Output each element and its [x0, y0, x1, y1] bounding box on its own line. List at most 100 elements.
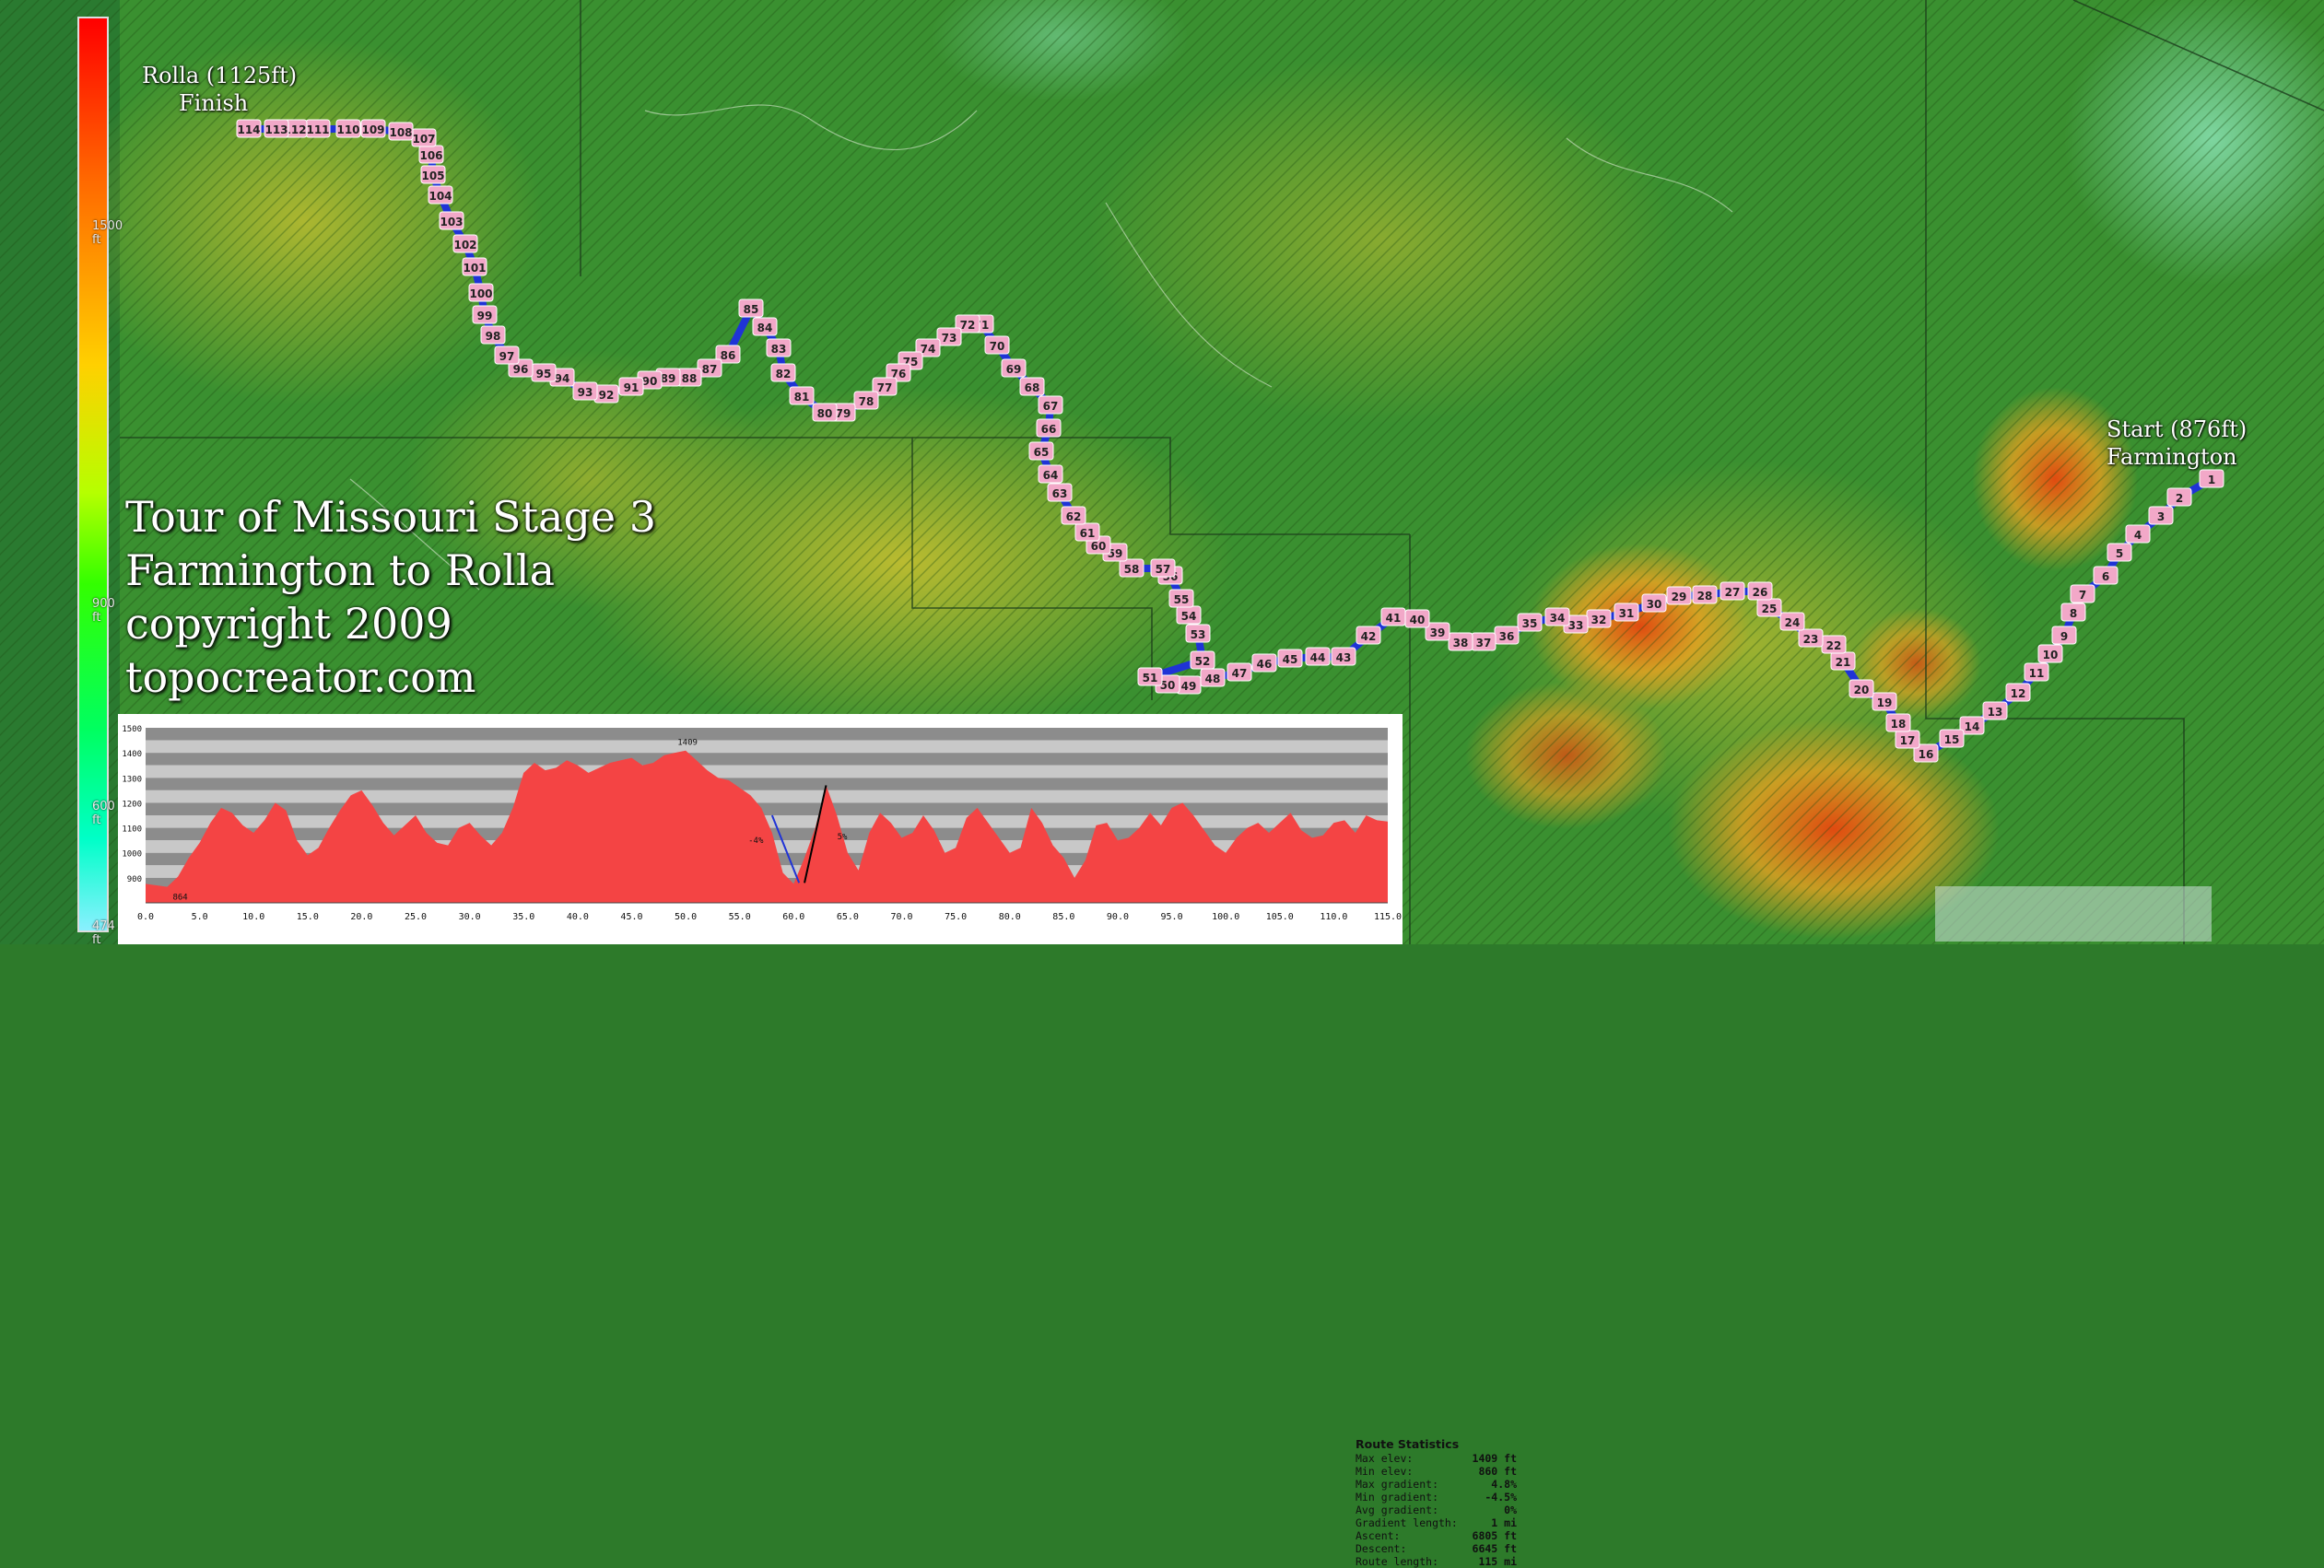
- mile-marker: 110: [335, 119, 361, 138]
- mile-marker: 113: [264, 119, 289, 138]
- min-elevation-label: 864: [172, 894, 187, 903]
- mile-marker-label: 45: [1283, 653, 1298, 666]
- mile-marker: 26: [1747, 581, 1773, 601]
- mile-marker-label: 69: [1006, 363, 1022, 376]
- mile-marker: 54: [1176, 605, 1202, 625]
- mile-marker: 24: [1779, 612, 1805, 631]
- mile-marker-label: 11: [2029, 667, 2045, 680]
- x-tick-label: 100.0: [1212, 912, 1239, 922]
- mile-marker-label: 89: [661, 372, 676, 385]
- mile-marker-label: 35: [1522, 617, 1538, 630]
- x-tick-label: 35.0: [512, 912, 534, 922]
- stats-label: Min elev:: [1356, 1465, 1414, 1478]
- map-title-line1: Tour of Missouri Stage 3: [125, 492, 657, 542]
- mile-marker: 51: [1137, 667, 1163, 686]
- mile-marker-label: 32: [1591, 614, 1607, 626]
- mile-marker: 12: [2005, 683, 2031, 702]
- mile-marker-label: 86: [721, 349, 736, 362]
- mile-marker: 67: [1038, 395, 1063, 415]
- mile-marker: 105: [420, 165, 446, 184]
- stats-label: Descent:: [1356, 1542, 1407, 1555]
- mile-marker: 58: [1119, 558, 1144, 578]
- gridline-band: [146, 790, 1388, 803]
- mile-marker-label: 43: [1336, 651, 1352, 664]
- mile-marker-label: 23: [1803, 633, 1819, 646]
- elevation-profile-panel: 0.0 5.0 10.0 15.0 20.0 25.0 30.0 35.0 40.0 45.0 50…: [118, 714, 1517, 1568]
- mile-marker: 10: [2037, 644, 2063, 663]
- stats-value: 0%: [1504, 1504, 1517, 1516]
- mile-marker-label: 88: [682, 372, 698, 385]
- y-tick-label: 1000: [122, 850, 142, 860]
- mile-marker: 84: [752, 317, 778, 336]
- mile-marker: 17: [1895, 730, 1920, 749]
- gridline-band: [146, 740, 1388, 754]
- mile-marker-label: 101: [463, 262, 486, 275]
- mile-marker: 5: [2107, 543, 2132, 562]
- mile-marker-label: 111: [306, 123, 329, 136]
- stats-value: 1409 ft: [1472, 1452, 1517, 1465]
- mile-marker-label: 82: [776, 368, 792, 380]
- mile-marker-label: 57: [1156, 563, 1171, 576]
- mile-marker: 18: [1885, 713, 1911, 732]
- mile-marker: 41: [1380, 607, 1406, 626]
- stats-row: Min elev: 860 ft: [1356, 1465, 1517, 1478]
- mile-marker: 19: [1872, 692, 1897, 711]
- mile-marker-label: 114: [237, 123, 260, 136]
- finish-elevation-label: Rolla (1125ft): [142, 63, 298, 88]
- mile-marker-label: 94: [555, 372, 570, 385]
- mile-marker: 36: [1494, 626, 1520, 645]
- mile-marker-label: 38: [1453, 637, 1469, 649]
- stats-label: Ascent:: [1356, 1529, 1401, 1542]
- mile-marker-label: 78: [859, 395, 874, 408]
- mile-marker-label: 102: [453, 239, 476, 252]
- x-tick-label: 25.0: [405, 912, 427, 922]
- x-tick-label: 10.0: [242, 912, 264, 922]
- y-tick-label: 1100: [122, 825, 142, 835]
- mile-marker-label: 24: [1785, 616, 1801, 629]
- mile-marker-label: 83: [771, 343, 787, 356]
- mile-marker-label: 85: [744, 303, 759, 316]
- stats-value: 860 ft: [1478, 1465, 1517, 1478]
- mile-marker-label: 34: [1550, 612, 1566, 625]
- mile-marker-label: 21: [1836, 656, 1851, 669]
- mile-marker-label: 104: [428, 190, 452, 203]
- legend-tick: 900 ft: [92, 597, 115, 625]
- mile-marker: 61: [1074, 522, 1100, 542]
- elevation-legend-bar: 1500 ft 900 ft 600 ft 474 ft: [77, 17, 123, 947]
- mile-marker: 45: [1277, 649, 1303, 668]
- mile-marker: 88: [676, 368, 702, 387]
- stats-row: Min gradient: -4.5%: [1356, 1491, 1517, 1504]
- mile-marker: 20: [1849, 679, 1874, 698]
- mile-marker-label: 109: [361, 123, 384, 136]
- x-tick-label: 55.0: [729, 912, 751, 922]
- stats-row: Route length: 115 mi: [1356, 1555, 1517, 1568]
- mile-marker-label: 54: [1181, 610, 1197, 623]
- max-elevation-label: 1409: [677, 739, 698, 748]
- stats-row: Gradient length: 1 mi: [1356, 1516, 1517, 1529]
- mile-marker: 103: [439, 211, 464, 230]
- stats-row: Avg gradient: 0%: [1356, 1504, 1517, 1516]
- stats-label: Max elev:: [1356, 1452, 1414, 1465]
- x-tick-label: 80.0: [999, 912, 1021, 922]
- x-tick-label: 85.0: [1052, 912, 1074, 922]
- mile-marker: 35: [1517, 613, 1543, 632]
- mile-marker: 32: [1586, 609, 1612, 628]
- mile-marker: 34: [1544, 607, 1570, 626]
- mile-marker-label: 72: [960, 319, 976, 332]
- mile-marker-label: 81: [794, 391, 810, 404]
- x-tick-label: 75.0: [945, 912, 967, 922]
- mile-marker: 85: [738, 298, 764, 318]
- mile-marker-label: 41: [1386, 612, 1402, 625]
- mile-marker-label: 60: [1091, 540, 1107, 553]
- mile-marker-label: 91: [624, 381, 640, 394]
- mile-marker-label: 14: [1965, 720, 1980, 733]
- mile-marker: 64: [1038, 464, 1063, 484]
- stats-label: Min gradient:: [1356, 1491, 1439, 1504]
- mile-marker: 109: [360, 119, 386, 138]
- mile-marker-label: 27: [1725, 586, 1741, 599]
- stats-label: Route length:: [1356, 1555, 1439, 1568]
- mile-marker: 29: [1666, 586, 1692, 605]
- mile-marker: 102: [452, 234, 478, 253]
- mile-marker-label: 5: [2116, 547, 2123, 560]
- mile-marker-label: 92: [599, 389, 615, 402]
